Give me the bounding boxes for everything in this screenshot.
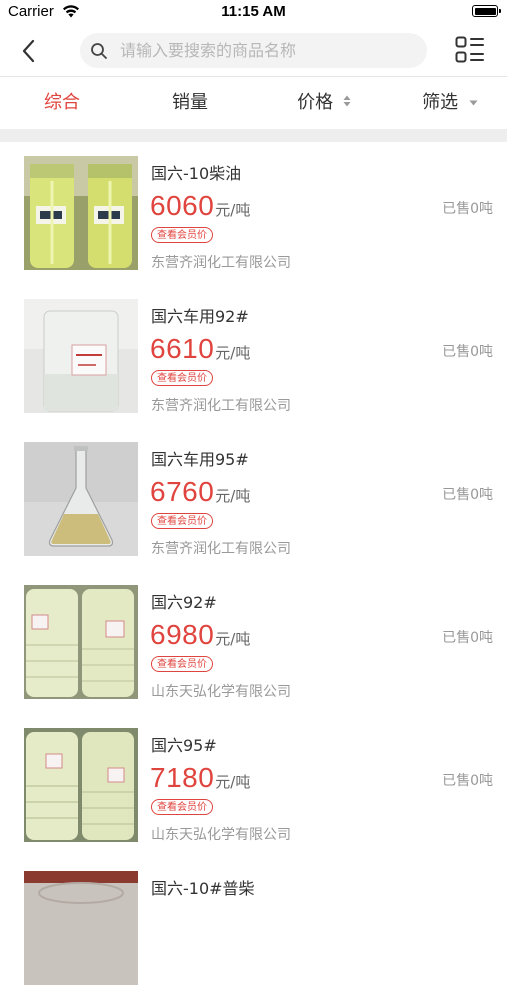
company-name: 山东天弘化学有限公司 <box>151 684 291 700</box>
sold-count: 已售0吨 <box>442 344 493 360</box>
tab-sales[interactable]: 销量 <box>148 77 232 129</box>
tab-label: 价格 <box>297 92 334 113</box>
product-list: 国六-10柴油 6060元/吨 已售0吨 查看会员价 东营齐润化工有限公司 国六… <box>0 142 507 1000</box>
product-price: 6760 <box>150 476 215 507</box>
tab-label: 销量 <box>172 92 208 113</box>
sort-arrows-icon <box>343 95 351 107</box>
product-image <box>24 871 138 985</box>
view-member-price-button[interactable]: 查看会员价 <box>151 513 213 529</box>
price-unit: 元/吨 <box>215 487 251 505</box>
search-header <box>0 24 507 76</box>
product-image <box>24 299 138 413</box>
sold-count: 已售0吨 <box>442 630 493 646</box>
sold-count: 已售0吨 <box>442 201 493 217</box>
sold-count: 已售0吨 <box>442 487 493 503</box>
product-image <box>24 728 138 842</box>
sort-tabs: 综合 销量 价格 筛选 <box>0 77 507 129</box>
sold-count: 已售0吨 <box>442 773 493 789</box>
view-member-price-button[interactable]: 查看会员价 <box>151 227 213 243</box>
company-name: 东营齐润化工有限公司 <box>151 541 291 557</box>
company-name: 山东天弘化学有限公司 <box>151 827 291 843</box>
view-member-price-button[interactable]: 查看会员价 <box>151 656 213 672</box>
price-row: 6060元/吨 <box>150 190 250 222</box>
product-item[interactable]: 国六-10#普柴 <box>0 857 507 1000</box>
tab-comprehensive[interactable]: 综合 <box>20 77 104 129</box>
product-name: 国六95# <box>151 736 217 755</box>
product-image <box>24 156 138 270</box>
product-item[interactable]: 国六95# 7180元/吨 已售0吨 查看会员价 山东天弘化学有限公司 <box>0 714 507 857</box>
search-input[interactable] <box>120 33 410 68</box>
price-unit: 元/吨 <box>215 630 251 648</box>
tab-label: 筛选 <box>422 92 459 113</box>
product-name: 国六-10#普柴 <box>151 879 255 898</box>
company-name: 东营齐润化工有限公司 <box>151 255 291 271</box>
product-item[interactable]: 国六车用92# 6610元/吨 已售0吨 查看会员价 东营齐润化工有限公司 <box>0 285 507 428</box>
tab-filter[interactable]: 筛选 <box>408 77 492 129</box>
price-row: 6980元/吨 <box>150 619 250 651</box>
status-time: 11:15 AM <box>221 3 286 20</box>
tab-label: 综合 <box>44 92 80 113</box>
section-gap <box>0 129 507 142</box>
price-unit: 元/吨 <box>215 344 251 362</box>
search-icon <box>91 43 107 59</box>
product-item[interactable]: 国六92# 6980元/吨 已售0吨 查看会员价 山东天弘化学有限公司 <box>0 571 507 714</box>
search-bar[interactable] <box>80 33 427 68</box>
product-name: 国六车用92# <box>151 307 249 326</box>
product-price: 6060 <box>150 190 215 221</box>
product-name: 国六-10柴油 <box>151 164 242 183</box>
view-member-price-button[interactable]: 查看会员价 <box>151 799 213 815</box>
product-name: 国六车用95# <box>151 450 249 469</box>
price-row: 6760元/吨 <box>150 476 250 508</box>
price-unit: 元/吨 <box>215 773 251 791</box>
view-member-price-button[interactable]: 查看会员价 <box>151 370 213 386</box>
product-price: 6610 <box>150 333 215 364</box>
product-item[interactable]: 国六车用95# 6760元/吨 已售0吨 查看会员价 东营齐润化工有限公司 <box>0 428 507 571</box>
price-unit: 元/吨 <box>215 201 251 219</box>
price-row: 6610元/吨 <box>150 333 250 365</box>
battery-icon <box>472 5 501 17</box>
caret-down-icon <box>469 75 478 127</box>
tab-price[interactable]: 价格 <box>282 77 366 129</box>
product-image <box>24 442 138 556</box>
product-price: 7180 <box>150 762 215 793</box>
product-name: 国六92# <box>151 593 217 612</box>
list-view-toggle-icon[interactable] <box>454 34 486 66</box>
price-row: 7180元/吨 <box>150 762 250 794</box>
product-item[interactable]: 国六-10柴油 6060元/吨 已售0吨 查看会员价 东营齐润化工有限公司 <box>0 142 507 285</box>
company-name: 东营齐润化工有限公司 <box>151 398 291 414</box>
status-bar: Carrier 11:15 AM <box>0 0 507 24</box>
product-image <box>24 585 138 699</box>
product-price: 6980 <box>150 619 215 650</box>
back-arrow-icon[interactable] <box>14 36 44 66</box>
